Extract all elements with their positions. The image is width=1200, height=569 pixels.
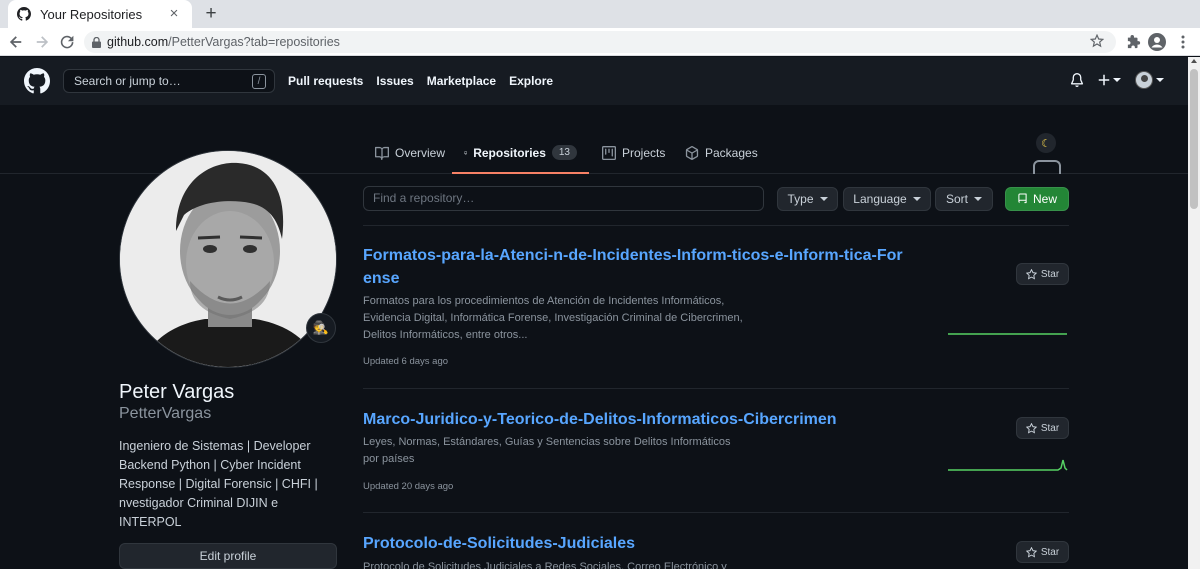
repo-icon [1018, 193, 1027, 204]
star-button[interactable]: Star [1016, 417, 1069, 439]
close-tab-icon[interactable]: × [166, 6, 182, 22]
browser-tab-bar: Your Repositories × + [0, 0, 1200, 28]
activity-sparkline [948, 459, 1068, 471]
profile-avatar[interactable] [119, 150, 337, 368]
github-header: Search or jump to… / Pull requests Issue… [0, 57, 1188, 105]
chevron-down-icon [819, 197, 828, 201]
repo-divider [363, 512, 1069, 513]
repo-updated: Updated 20 days ago [363, 481, 454, 492]
tab-packages[interactable]: Packages [685, 146, 758, 174]
nav-explore[interactable]: Explore [509, 74, 553, 88]
browser-menu-icon[interactable] [1174, 33, 1192, 51]
chevron-down-icon [974, 197, 982, 201]
reload-icon[interactable] [57, 32, 77, 52]
repositories-count-badge: 13 [551, 145, 577, 160]
profile-name: Peter Vargas [119, 381, 235, 403]
moon-icon[interactable]: ☾ [1036, 133, 1056, 153]
package-icon [685, 146, 699, 160]
type-filter-button[interactable]: Type [777, 187, 838, 211]
book-icon [375, 146, 389, 160]
star-label: Star [1040, 422, 1060, 434]
edit-profile-button[interactable]: Edit profile [119, 543, 337, 569]
browser-toolbar: github.com/PetterVargas?tab=repositories [0, 28, 1200, 56]
browser-tab[interactable]: Your Repositories × [8, 0, 192, 28]
plus-icon [1098, 74, 1110, 86]
repo-description: Leyes, Normas, Estándares, Guías y Sente… [363, 436, 731, 465]
star-label: Star [1040, 268, 1060, 280]
language-filter-button[interactable]: Language [843, 187, 931, 211]
chevron-down-icon [1113, 78, 1121, 82]
repo-divider [363, 225, 1069, 226]
profile-login: PetterVargas [119, 405, 212, 422]
repo-divider [363, 388, 1069, 389]
tab-overview-label: Overview [395, 146, 446, 160]
address-bar[interactable]: github.com/PetterVargas?tab=repositories [84, 31, 1116, 53]
type-filter-label: Type [787, 192, 814, 206]
profile-bio: Ingeniero de Sistemas | Developer Backen… [119, 439, 318, 529]
tab-projects[interactable]: Projects [602, 146, 665, 174]
repo-updated: Updated 6 days ago [363, 356, 449, 367]
bell-icon[interactable] [1070, 72, 1084, 88]
scroll-thumb[interactable] [1190, 69, 1198, 209]
new-tab-button[interactable]: + [200, 4, 222, 24]
chevron-down-icon [1156, 78, 1164, 82]
lock-icon [92, 36, 101, 48]
url-host: github.com [107, 35, 169, 49]
global-search-input[interactable]: Search or jump to… / [63, 69, 275, 93]
header-actions [1056, 71, 1164, 89]
tab-projects-label: Projects [622, 146, 666, 160]
star-button[interactable]: Star [1016, 263, 1069, 285]
language-filter-label: Language [853, 192, 907, 206]
bookmark-star-icon[interactable] [1089, 33, 1106, 50]
create-new-dropdown[interactable] [1098, 74, 1121, 86]
search-placeholder: Search or jump to… [74, 74, 181, 88]
nav-pull-requests[interactable]: Pull requests [288, 74, 363, 88]
star-button[interactable]: Star [1016, 541, 1069, 563]
star-icon [1025, 268, 1037, 280]
repo-icon [464, 151, 467, 155]
repo-title-link[interactable]: Protocolo-de-Solicitudes-Judiciales [363, 532, 903, 555]
header-nav: Pull requests Issues Marketplace Explore [288, 57, 566, 105]
nav-marketplace[interactable]: Marketplace [427, 74, 496, 88]
repo-title-link[interactable]: Marco-Juridico-y-Teorico-de-Delitos-Info… [363, 408, 903, 431]
repo-title-link[interactable]: Formatos-para-la-Atenci-n-de-Incidentes-… [363, 244, 903, 290]
octocat-peek-icon [1033, 160, 1061, 174]
repo-description: Protocolo de Solicitudes Judiciales a Re… [363, 561, 727, 569]
tab-overview[interactable]: Overview [375, 146, 445, 174]
avatar [1135, 71, 1153, 89]
tab-repositories-label: Repositories [473, 146, 546, 160]
extensions-icon[interactable] [1125, 33, 1143, 51]
tab-repositories[interactable]: Repositories 13 [452, 145, 589, 174]
forward-arrow-icon[interactable] [32, 32, 52, 52]
slash-shortcut-key: / [252, 74, 266, 89]
repo-description: Formatos para los procedimientos de Aten… [363, 295, 743, 341]
status-emoji[interactable]: 🕵 [306, 313, 336, 343]
find-repository-input[interactable]: Find a repository… [363, 186, 764, 211]
star-label: Star [1040, 546, 1060, 558]
chevron-down-icon [912, 197, 921, 201]
sort-filter-button[interactable]: Sort [935, 187, 993, 211]
url-path: /PetterVargas?tab=repositories [168, 35, 340, 49]
activity-sparkline [948, 333, 1067, 335]
browser-tab-title: Your Repositories [40, 6, 143, 22]
profile-account-icon[interactable] [1148, 33, 1166, 51]
back-arrow-icon[interactable] [6, 32, 26, 52]
nav-issues[interactable]: Issues [376, 74, 413, 88]
tab-packages-label: Packages [705, 146, 758, 160]
github-logo-icon[interactable] [24, 68, 50, 94]
github-favicon-icon [16, 6, 32, 22]
star-icon [1025, 422, 1037, 434]
page-scrollbar[interactable] [1188, 57, 1200, 569]
star-icon [1025, 546, 1037, 558]
project-icon [602, 146, 616, 160]
new-button-label: New [1032, 192, 1057, 206]
new-repository-button[interactable]: New [1005, 187, 1069, 211]
scroll-up-arrow-icon[interactable] [1191, 59, 1197, 63]
user-menu-dropdown[interactable] [1135, 71, 1164, 89]
sort-filter-label: Sort [945, 192, 968, 206]
